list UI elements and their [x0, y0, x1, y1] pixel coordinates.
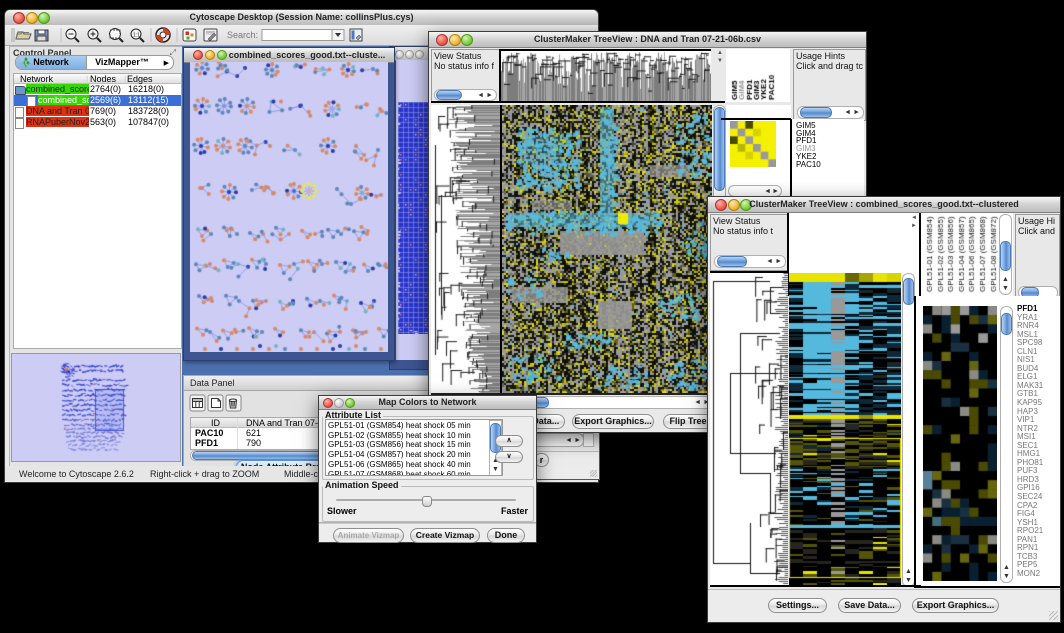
svg-text:Search:: Search: — [227, 30, 258, 40]
svg-text:1:1: 1:1 — [133, 33, 140, 39]
